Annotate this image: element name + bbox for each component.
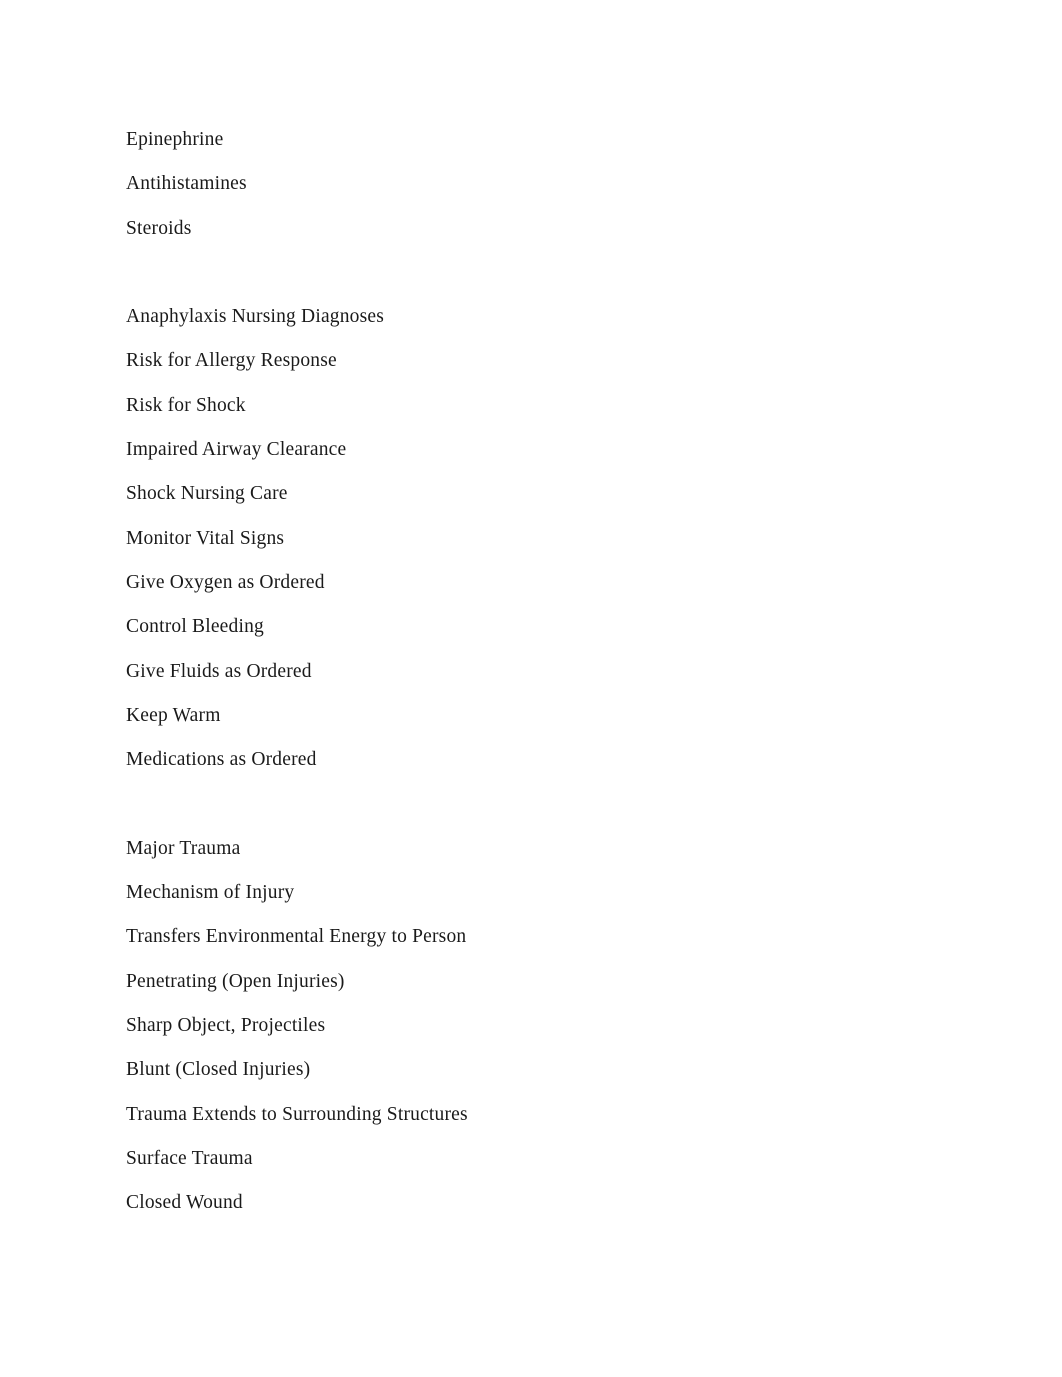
section-anaphylaxis-medications: Epinephrine Antihistamines Steroids <box>126 118 1062 251</box>
text-line: Penetrating (Open Injuries) <box>126 970 345 992</box>
text-line: Monitor Vital Signs <box>126 527 285 549</box>
document-page: Epinephrine Antihistamines Steroids Anap… <box>0 0 1062 1377</box>
text-line: Shock Nursing Care <box>126 483 288 505</box>
text-line: Steroids <box>126 217 192 239</box>
text-line: Risk for Shock <box>126 394 246 416</box>
document-body: Epinephrine Antihistamines Steroids Anap… <box>126 118 1062 1225</box>
text-line: Antihistamines <box>126 173 247 195</box>
section-anaphylaxis-nursing-diagnoses: Anaphylaxis Nursing Diagnoses Risk for A… <box>126 295 1062 782</box>
text-line: Surface Trauma <box>126 1147 253 1169</box>
text-line: Control Bleeding <box>126 616 264 638</box>
text-line: Mechanism of Injury <box>126 882 295 904</box>
text-line: Major Trauma <box>126 837 241 859</box>
text-line: Epinephrine <box>126 129 224 150</box>
text-line: Trauma Extends to Surrounding Structures <box>126 1103 468 1125</box>
section-separator <box>126 251 1062 295</box>
text-line: Keep Warm <box>126 704 221 726</box>
text-line: Sharp Object, Projectiles <box>126 1014 326 1036</box>
text-line: Anaphylaxis Nursing Diagnoses <box>126 306 385 328</box>
text-line: Medications as Ordered <box>126 749 317 771</box>
text-line: Blunt (Closed Injuries) <box>126 1059 311 1081</box>
text-line: Closed Wound <box>126 1192 243 1214</box>
text-line: Transfers Environmental Energy to Person <box>126 926 467 948</box>
section-major-trauma: Major Trauma Mechanism of Injury Transfe… <box>126 827 1062 1226</box>
section-separator <box>126 782 1062 826</box>
text-line: Impaired Airway Clearance <box>126 439 347 461</box>
text-line: Risk for Allergy Response <box>126 350 337 372</box>
text-line: Give Oxygen as Ordered <box>126 571 325 593</box>
text-line: Give Fluids as Ordered <box>126 660 312 682</box>
